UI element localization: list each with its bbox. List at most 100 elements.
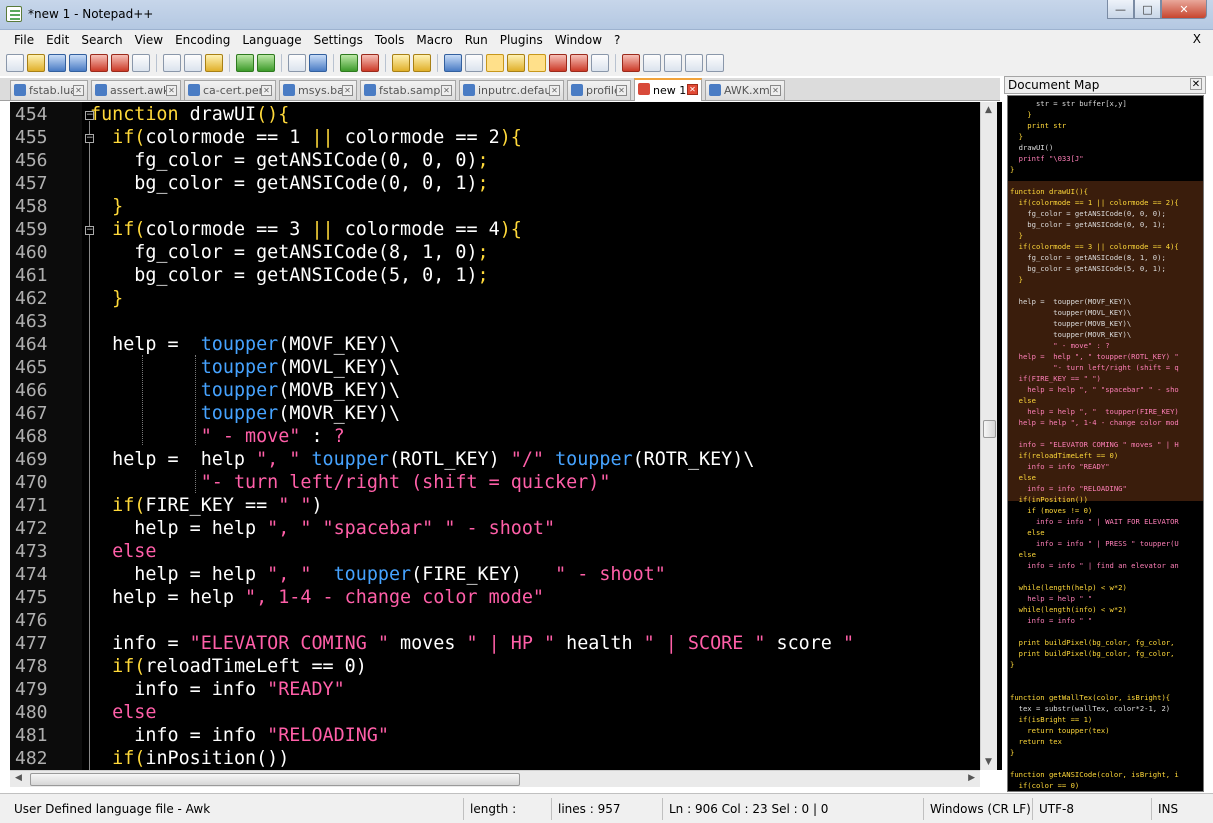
code-line[interactable]: help = help ", " toupper(FIRE_KEY) " - s… — [90, 563, 666, 586]
tab-fstab-lua[interactable]: fstab.lua ✕ — [10, 80, 88, 100]
scroll-thumb[interactable] — [983, 420, 996, 438]
code-line[interactable]: toupper(MOVL_KEY)\ — [90, 356, 400, 379]
stop-macro-icon[interactable] — [643, 54, 661, 72]
menu-search[interactable]: Search — [75, 33, 128, 47]
code-line[interactable]: if(inPosition()) — [90, 747, 289, 770]
tab-assert-awk[interactable]: assert.awk ✕ — [91, 80, 181, 100]
close-tab-icon[interactable]: ✕ — [616, 85, 627, 96]
menu-view[interactable]: View — [129, 33, 169, 47]
close-icon[interactable] — [90, 54, 108, 72]
close-document-map-icon[interactable]: ✕ — [1190, 78, 1202, 90]
indent-guide-icon[interactable] — [486, 54, 504, 72]
zoom-in-icon[interactable] — [340, 54, 358, 72]
redo-icon[interactable] — [257, 54, 275, 72]
all-chars-icon[interactable] — [465, 54, 483, 72]
code-line[interactable]: toupper(MOVB_KEY)\ — [90, 379, 400, 402]
save-icon[interactable] — [48, 54, 66, 72]
tab-ca-cert-pem[interactable]: ca-cert.pem ✕ — [184, 80, 276, 100]
close-tab-icon[interactable]: ✕ — [261, 85, 272, 96]
maximize-button[interactable]: □ — [1134, 0, 1161, 19]
fold-toggle-icon[interactable]: − — [85, 111, 94, 120]
code-line[interactable]: help = help ", " "spacebar" " - shoot" — [90, 517, 555, 540]
paste-icon[interactable] — [205, 54, 223, 72]
sync-h-icon[interactable] — [413, 54, 431, 72]
save-macro-icon[interactable] — [706, 54, 724, 72]
code-line[interactable]: help = toupper(MOVF_KEY)\ — [90, 333, 400, 356]
folder-icon[interactable] — [570, 54, 588, 72]
menu-edit[interactable]: Edit — [40, 33, 75, 47]
scroll-left-icon[interactable]: ◀ — [15, 773, 22, 783]
code-line[interactable]: if(colormode == 3 || colormode == 4){ — [90, 218, 522, 241]
tab-awk-xml[interactable]: AWK.xml ✕ — [705, 80, 785, 100]
code-line[interactable]: } — [90, 195, 123, 218]
close-window-button[interactable]: ✕ — [1161, 0, 1207, 19]
menu-language[interactable]: Language — [236, 33, 307, 47]
scroll-thumb[interactable] — [30, 773, 520, 786]
code-line[interactable]: info = info "RELOADING" — [90, 724, 389, 747]
code-line[interactable]: help = help ", " toupper(ROTL_KEY) "/" t… — [90, 448, 754, 471]
menu-plugins[interactable]: Plugins — [494, 33, 549, 47]
tab-inputrc-default[interactable]: inputrc.default ✕ — [459, 80, 564, 100]
code-line[interactable]: info = info "READY" — [90, 678, 344, 701]
menu-encoding[interactable]: Encoding — [169, 33, 236, 47]
notepad-app-icon[interactable] — [6, 6, 22, 22]
function-list-icon[interactable] — [549, 54, 567, 72]
code-line[interactable]: if(FIRE_KEY == " ") — [90, 494, 322, 517]
tab-msys-bat[interactable]: msys.bat ✕ — [279, 80, 357, 100]
code-editor[interactable]: 454 function drawUI(){455 if(colormode ==… — [10, 102, 1002, 770]
document-map[interactable]: str = str buffer[x,y] } print str } draw… — [1007, 95, 1204, 792]
scroll-down-icon[interactable]: ▼ — [985, 757, 992, 767]
tab-new-1[interactable]: new 1 ✕ — [634, 78, 702, 101]
menu-file[interactable]: File — [8, 33, 40, 47]
code-line[interactable]: } — [90, 287, 123, 310]
replace-icon[interactable] — [309, 54, 327, 72]
close-tab-icon[interactable]: ✕ — [342, 85, 353, 96]
print-icon[interactable] — [132, 54, 150, 72]
code-line[interactable]: if(reloadTimeLeft == 0) — [90, 655, 367, 678]
code-line[interactable]: toupper(MOVR_KEY)\ — [90, 402, 400, 425]
cut-icon[interactable] — [163, 54, 181, 72]
menu-macro[interactable]: Macro — [410, 33, 458, 47]
code-line[interactable]: fg_color = getANSICode(8, 1, 0); — [90, 241, 488, 264]
undo-icon[interactable] — [236, 54, 254, 72]
wrap-icon[interactable] — [444, 54, 462, 72]
menu-window[interactable]: Window — [549, 33, 608, 47]
close-document-button[interactable]: X — [1193, 32, 1201, 46]
code-line[interactable]: else — [90, 540, 156, 563]
scroll-right-icon[interactable]: ▶ — [968, 773, 975, 783]
code-line[interactable]: "- turn left/right (shift = quicker)" — [90, 471, 611, 494]
code-line[interactable]: help = help ", 1-4 - change color mode" — [90, 586, 544, 609]
copy-icon[interactable] — [184, 54, 202, 72]
play-macro-icon[interactable] — [664, 54, 682, 72]
open-file-icon[interactable] — [27, 54, 45, 72]
code-line[interactable]: bg_color = getANSICode(5, 0, 1); — [90, 264, 488, 287]
close-all-icon[interactable] — [111, 54, 129, 72]
sync-v-icon[interactable] — [392, 54, 410, 72]
scroll-up-icon[interactable]: ▲ — [985, 105, 992, 115]
code-line[interactable]: " - move" : ? — [90, 425, 345, 448]
fold-toggle-icon[interactable]: − — [85, 134, 94, 143]
code-line[interactable]: info = "ELEVATOR COMING " moves " | HP "… — [90, 632, 854, 655]
tab-fstab-sample[interactable]: fstab.sample ✕ — [360, 80, 456, 100]
udl-icon[interactable] — [507, 54, 525, 72]
zoom-out-icon[interactable] — [361, 54, 379, 72]
tab-profile[interactable]: profile ✕ — [567, 80, 631, 100]
minimize-button[interactable]: — — [1107, 0, 1134, 19]
menu-tools[interactable]: Tools — [369, 33, 411, 47]
code-line[interactable]: if(colormode == 1 || colormode == 2){ — [90, 126, 522, 149]
close-tab-icon[interactable]: ✕ — [166, 85, 177, 96]
code-line[interactable]: function drawUI(){ — [90, 103, 289, 126]
menu-run[interactable]: Run — [459, 33, 494, 47]
new-file-icon[interactable] — [6, 54, 24, 72]
fold-toggle-icon[interactable]: − — [85, 226, 94, 235]
close-tab-icon[interactable]: ✕ — [687, 84, 698, 95]
run-macro-icon[interactable] — [685, 54, 703, 72]
vertical-scrollbar[interactable]: ▲ ▼ — [980, 102, 997, 770]
close-tab-icon[interactable]: ✕ — [73, 85, 84, 96]
horizontal-scrollbar[interactable]: ◀ ▶ — [10, 770, 980, 787]
menu-help[interactable]: ? — [608, 33, 626, 47]
close-tab-icon[interactable]: ✕ — [770, 85, 781, 96]
doc-map-icon[interactable] — [528, 54, 546, 72]
code-line[interactable]: fg_color = getANSICode(0, 0, 0); — [90, 149, 488, 172]
close-tab-icon[interactable]: ✕ — [549, 85, 560, 96]
